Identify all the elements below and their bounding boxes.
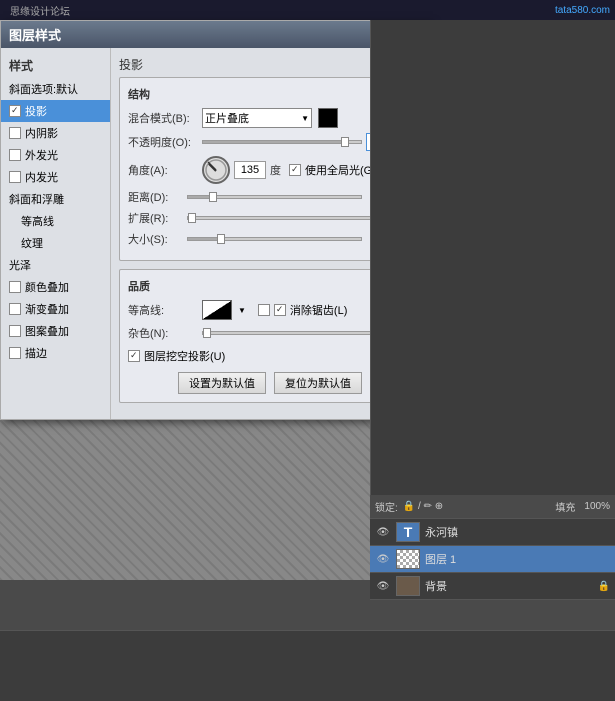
- spread-label: 扩展(R):: [128, 210, 183, 226]
- bottom-panel: [0, 630, 615, 701]
- gradient-overlay-label: 渐变叠加: [25, 301, 69, 317]
- pattern-overlay-label: 图案叠加: [25, 323, 69, 339]
- inner-shadow-label: 内阴影: [25, 125, 58, 141]
- top-bar-title: 思缘设计论坛: [10, 3, 70, 18]
- distance-slider-container: [187, 195, 362, 199]
- distance-label: 距离(D):: [128, 189, 183, 205]
- layer-name-1: 图层 1: [425, 551, 610, 567]
- blend-mode-select[interactable]: 正片叠底 ▼: [202, 108, 312, 128]
- layer-lock-icon: 🔒: [598, 581, 610, 592]
- style-item-default[interactable]: 斜面选项:默认: [1, 78, 110, 100]
- inner-shadow-checkbox[interactable]: [9, 127, 21, 139]
- layer-thumb-1: [396, 549, 420, 569]
- pattern-overlay-checkbox[interactable]: [9, 325, 21, 337]
- fill-value: 100%: [584, 501, 610, 512]
- outer-glow-checkbox[interactable]: [9, 149, 21, 161]
- inner-glow-label: 内发光: [25, 169, 58, 185]
- size-slider-container: [187, 237, 362, 241]
- layer-row-bg[interactable]: 👁 背景 🔒: [370, 573, 615, 600]
- style-item-gradient-overlay[interactable]: 渐变叠加: [1, 298, 110, 320]
- bevel-label: 斜面和浮雕: [9, 191, 64, 207]
- noise-label: 杂色(N):: [128, 325, 198, 341]
- anti-alias-checkbox-checked[interactable]: [274, 304, 286, 316]
- contour-preview[interactable]: [202, 300, 232, 320]
- texture-label: 纹理: [21, 235, 43, 251]
- lock-icon: 🔒 / ✏ ⊕: [403, 501, 443, 512]
- layer-name-text: 永河镇: [425, 524, 610, 540]
- style-item-contour[interactable]: 等高线: [1, 210, 110, 232]
- layer-eye-text[interactable]: 👁: [375, 526, 391, 538]
- drop-shadow-checkbox[interactable]: [9, 105, 21, 117]
- layer-thumb-bg: [396, 576, 420, 596]
- outer-glow-label: 外发光: [25, 147, 58, 163]
- layer-eye-bg[interactable]: 👁: [375, 580, 391, 592]
- style-item-drop-shadow[interactable]: 投影: [1, 100, 110, 122]
- style-item-inner-shadow[interactable]: 内阴影: [1, 122, 110, 144]
- layer-name-bg: 背景: [425, 578, 593, 594]
- styles-panel-title: 样式: [1, 53, 110, 78]
- blend-mode-arrow: ▼: [301, 114, 309, 123]
- angle-label: 角度(A):: [128, 162, 198, 178]
- noise-slider-container: [202, 331, 374, 335]
- opacity-label: 不透明度(O):: [128, 134, 198, 150]
- blend-mode-value: 正片叠底: [205, 110, 249, 126]
- default-item-label: 斜面选项:默认: [9, 81, 78, 97]
- style-item-inner-glow[interactable]: 内发光: [1, 166, 110, 188]
- layers-header: 锁定: 🔒 / ✏ ⊕ 填充 100%: [370, 495, 615, 519]
- dialog-title-text: 图层样式: [9, 25, 61, 44]
- layer-knockout-checkbox[interactable]: [128, 350, 140, 362]
- reset-default-button[interactable]: 复位为默认值: [274, 372, 362, 394]
- style-item-bevel[interactable]: 斜面和浮雕: [1, 188, 110, 210]
- layer-thumb-text: T: [396, 522, 420, 542]
- angle-unit: 度: [270, 162, 281, 178]
- shadow-color-swatch[interactable]: [318, 108, 338, 128]
- inner-glow-checkbox[interactable]: [9, 171, 21, 183]
- drop-shadow-label: 投影: [25, 103, 47, 119]
- fill-label: 填充: [555, 499, 575, 514]
- anti-alias-label: 消除锯齿(L): [290, 302, 347, 318]
- top-bar: 思缘设计论坛 tata580.com: [0, 0, 615, 20]
- layer-eye-1[interactable]: 👁: [375, 553, 391, 565]
- contour-label: 等高线:: [128, 302, 198, 318]
- layer-row-text[interactable]: 👁 T 永河镇: [370, 519, 615, 546]
- style-item-satin[interactable]: 光泽: [1, 254, 110, 276]
- style-item-outer-glow[interactable]: 外发光: [1, 144, 110, 166]
- style-item-color-overlay[interactable]: 颜色叠加: [1, 276, 110, 298]
- noise-slider[interactable]: [202, 331, 374, 335]
- top-bar-logo: tata580.com: [555, 5, 610, 16]
- angle-dial[interactable]: [202, 156, 230, 184]
- layers-panel: 锁定: 🔒 / ✏ ⊕ 填充 100% 👁 T 永河镇 👁 图层 1 👁 背景 …: [370, 495, 615, 600]
- global-light-checkbox[interactable]: [289, 164, 301, 176]
- angle-input[interactable]: [234, 161, 266, 179]
- dialog-title: 图层样式: [1, 21, 429, 48]
- contour-arrow: ▼: [238, 306, 246, 315]
- gradient-overlay-checkbox[interactable]: [9, 303, 21, 315]
- opacity-slider[interactable]: [202, 140, 362, 144]
- color-overlay-label: 颜色叠加: [25, 279, 69, 295]
- style-item-stroke[interactable]: 描边: [1, 342, 110, 364]
- layer-row-1[interactable]: 👁 图层 1: [370, 546, 615, 573]
- stroke-checkbox[interactable]: [9, 347, 21, 359]
- spread-slider[interactable]: [187, 216, 374, 220]
- set-default-button[interactable]: 设置为默认值: [178, 372, 266, 394]
- lock-label: 锁定:: [375, 499, 398, 514]
- anti-alias-checkbox[interactable]: [258, 304, 270, 316]
- size-label: 大小(S):: [128, 231, 183, 247]
- style-item-texture[interactable]: 纹理: [1, 232, 110, 254]
- opacity-slider-container: [202, 140, 362, 144]
- distance-slider[interactable]: [187, 195, 362, 199]
- spread-slider-container: [187, 216, 374, 220]
- styles-panel: 样式 斜面选项:默认 投影 内阴影 外发光 内发光 斜面和浮雕: [1, 48, 111, 419]
- contour-label: 等高线: [21, 213, 54, 229]
- blend-mode-label: 混合模式(B):: [128, 110, 198, 126]
- color-overlay-checkbox[interactable]: [9, 281, 21, 293]
- size-slider[interactable]: [187, 237, 362, 241]
- satin-label: 光泽: [9, 257, 31, 273]
- layer-style-dialog: 图层样式 样式 斜面选项:默认 投影 内阴影 外发光 内发光: [0, 20, 430, 420]
- global-light-label: 使用全局光(G): [305, 162, 376, 178]
- stroke-label: 描边: [25, 345, 47, 361]
- layer-knockout-label: 图层挖空投影(U): [144, 348, 225, 364]
- style-item-pattern-overlay[interactable]: 图案叠加: [1, 320, 110, 342]
